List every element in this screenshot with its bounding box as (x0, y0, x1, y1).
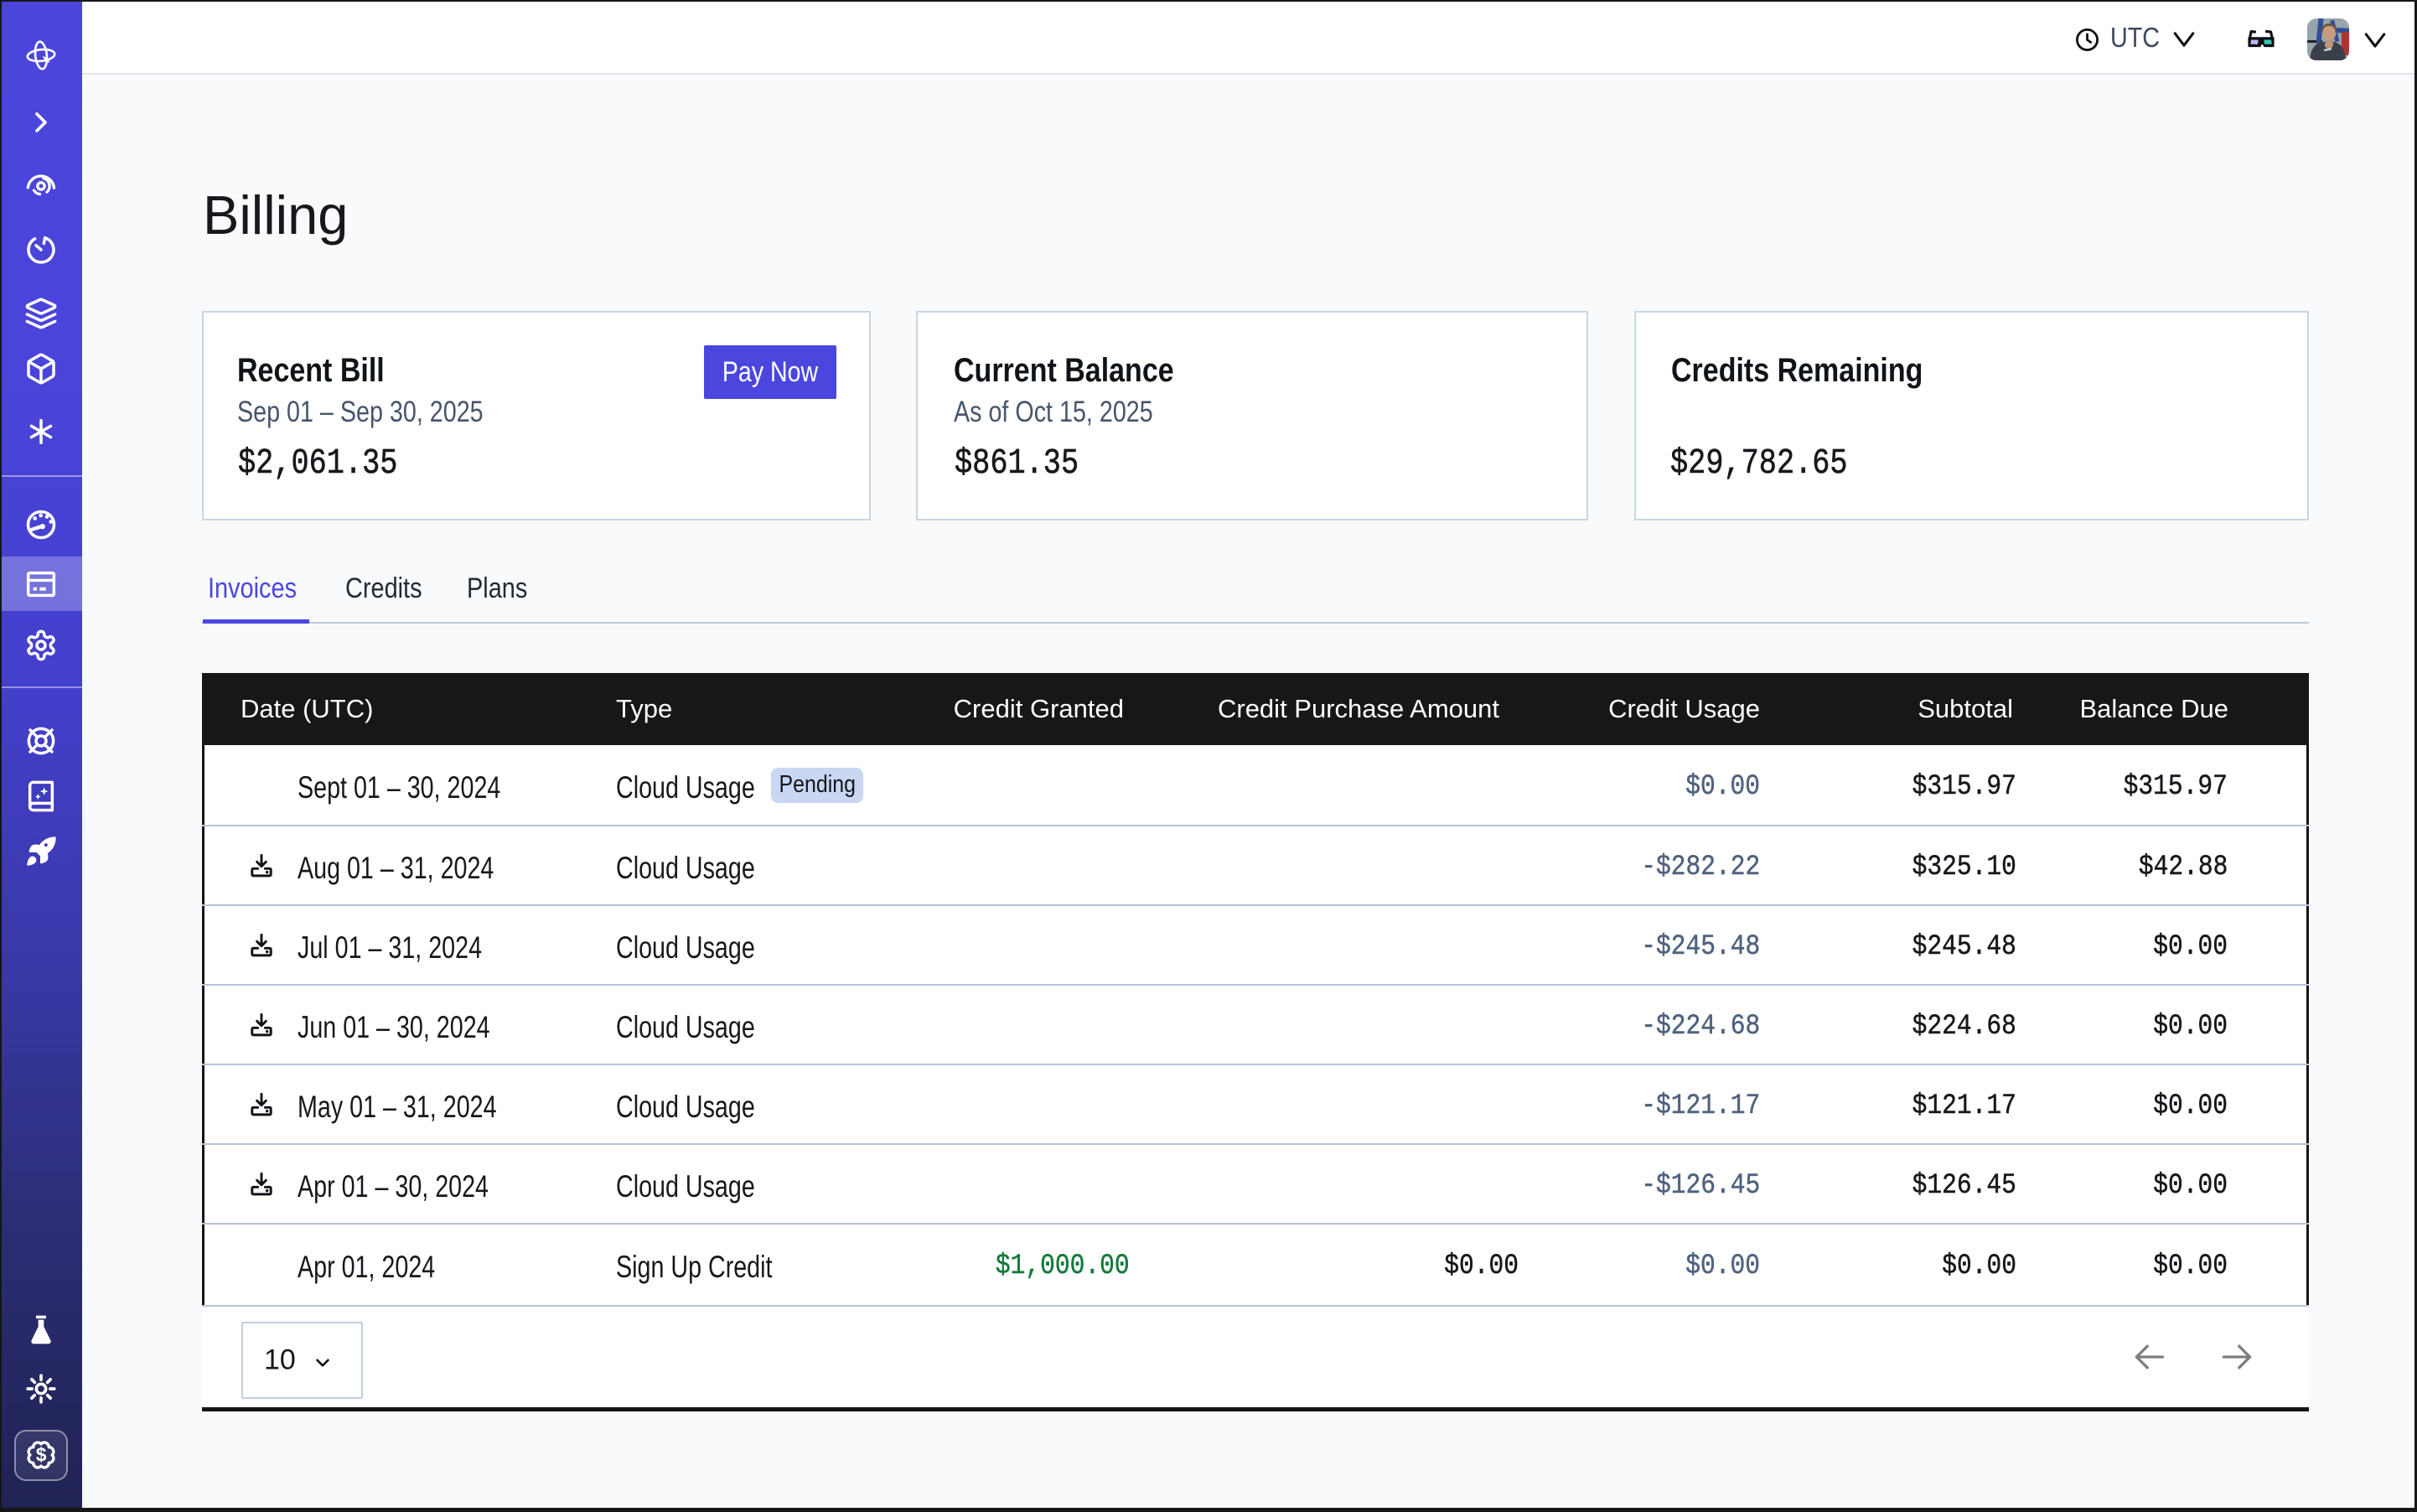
svg-text:$: $ (36, 1444, 47, 1466)
